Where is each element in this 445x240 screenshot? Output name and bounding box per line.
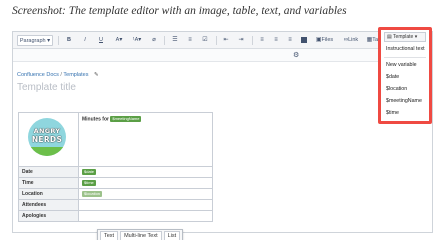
toolbar-divider: [252, 36, 253, 45]
breadcrumb-parent-link[interactable]: Templates: [63, 72, 88, 78]
align-right-icon[interactable]: ≡: [285, 35, 295, 46]
variable-tag[interactable]: $date: [82, 168, 97, 175]
clear-formatting-icon[interactable]: ⌀: [149, 35, 159, 46]
variable-type-list-button[interactable]: List: [163, 231, 181, 240]
task-list-icon[interactable]: ☑: [200, 35, 210, 46]
pin-icon[interactable]: ✎: [94, 72, 99, 78]
variable-type-multiline-button[interactable]: Multi-line Text: [120, 231, 162, 240]
italic-button[interactable]: I: [80, 35, 90, 46]
row-value[interactable]: $time: [78, 177, 213, 189]
toolbar-divider: [216, 36, 217, 45]
paragraph-style-dropdown[interactable]: Paragraph ▾: [17, 35, 53, 46]
table-row: Apologies: [18, 210, 213, 222]
variable-type-text-button[interactable]: Text: [100, 231, 119, 240]
template-file-icon: ▤: [387, 34, 392, 40]
align-center-icon[interactable]: ≡: [271, 35, 281, 46]
minutes-cell[interactable]: Minutes for $meetingName: [78, 112, 213, 167]
table-row: Attendees: [18, 199, 213, 211]
menu-item-new-variable[interactable]: New variable: [386, 62, 417, 68]
indent-icon[interactable]: ⇥: [236, 35, 246, 46]
menu-divider: [384, 57, 426, 58]
screenshot-caption: Screenshot: The template editor with an …: [12, 5, 347, 17]
underline-button[interactable]: U: [96, 35, 106, 46]
template-title-input[interactable]: Template title: [17, 82, 76, 93]
toolbar-divider: [58, 36, 59, 45]
outdent-icon[interactable]: ⇤: [221, 35, 231, 46]
breadcrumb: Confluence Docs / Templates ✎: [17, 72, 99, 78]
gear-icon[interactable]: ⚙: [293, 51, 299, 59]
angry-nerds-logo[interactable]: ANGRY NERDS: [28, 118, 66, 156]
table-row: Date $date: [18, 166, 213, 178]
row-label: Date: [18, 166, 79, 178]
variable-type-popup: Text Multi-line Text List: [97, 229, 184, 240]
chevron-down-icon: ▾: [414, 34, 418, 40]
paragraph-style-label: Paragraph: [19, 38, 46, 44]
logo-cell: ANGRY NERDS: [18, 112, 79, 167]
numbered-list-icon[interactable]: ≡: [185, 35, 195, 46]
template-table: ANGRY NERDS Minutes for $meetingName Dat…: [18, 112, 213, 222]
row-value[interactable]: $date: [78, 166, 213, 178]
insert-files-button[interactable]: ▣Files: [313, 35, 336, 46]
template-menu-label: Template: [393, 34, 414, 40]
template-editor: Paragraph ▾ B I U A▾ ¹A▾ ⌀ ☰ ≡ ☑ ⇤ ⇥ ≡ ≡…: [12, 31, 433, 240]
breadcrumb-space-link[interactable]: Confluence Docs: [17, 72, 59, 78]
chevron-down-icon: ▾: [138, 37, 142, 43]
table-row: Location $location: [18, 188, 213, 200]
files-label: Files: [321, 37, 334, 43]
menu-item-variable[interactable]: $time: [386, 110, 399, 116]
row-value[interactable]: [78, 210, 213, 222]
template-menu-button[interactable]: ▤ Template ▾: [384, 32, 426, 42]
row-label: Apologies: [18, 210, 79, 222]
menu-item-variable[interactable]: $location: [386, 86, 407, 92]
chevron-down-icon: ▾: [47, 38, 51, 44]
menu-item-variable[interactable]: $meetingName: [386, 98, 422, 104]
variable-tag[interactable]: $meetingName: [110, 116, 142, 122]
breadcrumb-separator: /: [60, 72, 62, 78]
variable-tag[interactable]: $time: [82, 179, 96, 186]
more-formatting-button[interactable]: ¹A▾: [130, 35, 144, 46]
text-color-button[interactable]: A▾: [112, 35, 126, 46]
minutes-label: Minutes for: [82, 116, 109, 123]
menu-item-variable[interactable]: $date: [386, 74, 399, 80]
bullet-list-icon[interactable]: ☰: [170, 35, 180, 46]
table-row: Time $time: [18, 177, 213, 189]
page-layout-icon[interactable]: [299, 35, 309, 46]
bold-button[interactable]: B: [64, 35, 74, 46]
row-value[interactable]: [78, 199, 213, 211]
editor-secondary-toolbar: ⚙: [13, 49, 432, 62]
insert-link-button[interactable]: ∞Link: [341, 35, 361, 46]
editor-toolbar: Paragraph ▾ B I U A▾ ¹A▾ ⌀ ☰ ≡ ☑ ⇤ ⇥ ≡ ≡…: [13, 32, 432, 49]
link-label: Link: [348, 37, 359, 43]
toolbar-divider: [164, 36, 165, 45]
row-label: Location: [18, 188, 79, 200]
menu-item-instructional-text[interactable]: Instructional text: [386, 46, 425, 52]
row-label: Time: [18, 177, 79, 189]
row-label: Attendees: [18, 199, 79, 211]
logo-line-1: ANGRY: [33, 127, 61, 135]
template-dropdown-menu: ▤ Template ▾ Instructional text New vari…: [381, 30, 429, 121]
align-left-icon[interactable]: ≡: [257, 35, 267, 46]
logo-line-2: NERDS: [31, 135, 63, 144]
chevron-down-icon: ▾: [119, 37, 123, 43]
variable-tag-selected[interactable]: $location: [82, 190, 103, 197]
row-value[interactable]: $location: [78, 188, 213, 200]
